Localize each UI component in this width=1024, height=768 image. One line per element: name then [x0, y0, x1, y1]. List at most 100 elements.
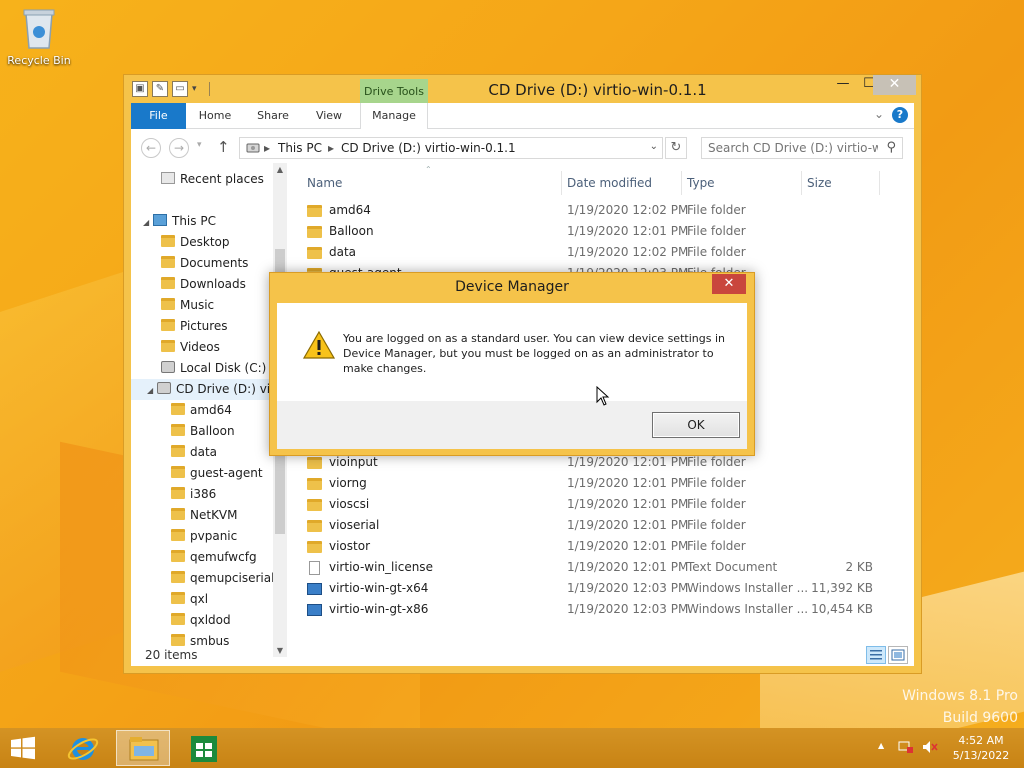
- nav-item-pictures[interactable]: Pictures: [161, 316, 228, 337]
- nav-item-label: This PC: [172, 214, 216, 228]
- nav-subfolder[interactable]: data: [171, 442, 217, 463]
- nav-item-local-disk[interactable]: Local Disk (C:): [161, 358, 266, 379]
- nav-item-label: Pictures: [180, 319, 228, 333]
- nav-subfolder[interactable]: pvpanic: [171, 526, 237, 547]
- column-header-size[interactable]: Size: [807, 171, 832, 195]
- desktop-folder-icon: [161, 235, 175, 247]
- address-bar[interactable]: ▸ This PC ▸ CD Drive (D:) virtio-win-0.1…: [239, 137, 663, 159]
- table-row[interactable]: virtio-win-gt-x64 1/19/2020 12:03 PM Win…: [299, 578, 904, 599]
- table-row[interactable]: vioscsi 1/19/2020 12:01 PM File folder: [299, 494, 904, 515]
- forward-button[interactable]: →: [169, 138, 189, 158]
- nav-subfolder[interactable]: i386: [171, 484, 216, 505]
- search-icon[interactable]: ⚲: [886, 140, 896, 155]
- tab-file[interactable]: File: [131, 103, 186, 129]
- help-icon[interactable]: ?: [892, 107, 908, 123]
- network-status-icon[interactable]: [898, 740, 914, 754]
- nav-subfolder[interactable]: Balloon: [171, 421, 235, 442]
- file-date: 1/19/2020 12:01 PM: [567, 476, 689, 490]
- nav-item-cd-drive[interactable]: ◢CD Drive (D:) virtio-win-0.1.1: [131, 379, 287, 401]
- cd-drive-icon: [157, 382, 171, 394]
- column-header-date[interactable]: Date modified: [567, 171, 652, 195]
- windows-watermark: Windows 8.1 Pro Build 9600: [902, 685, 1018, 729]
- minimize-button[interactable]: —: [830, 75, 856, 95]
- nav-item-downloads[interactable]: Downloads: [161, 274, 246, 295]
- nav-item-this-pc[interactable]: ◢ This PC: [143, 211, 216, 232]
- nav-item-videos[interactable]: Videos: [161, 337, 220, 358]
- up-button[interactable]: ↑: [217, 138, 230, 156]
- text-file-icon: [309, 561, 320, 575]
- table-row[interactable]: data 1/19/2020 12:02 PM File folder: [299, 242, 904, 263]
- file-date: 1/19/2020 12:01 PM: [567, 497, 689, 511]
- show-hidden-icons-chevron-icon[interactable]: ▲: [878, 741, 884, 750]
- taskbar-internet-explorer[interactable]: [56, 730, 110, 766]
- file-name: Balloon: [329, 224, 374, 238]
- column-divider[interactable]: [879, 171, 880, 195]
- nav-subfolder[interactable]: qemupciserial: [171, 568, 274, 589]
- volume-muted-icon[interactable]: [922, 740, 938, 754]
- table-row[interactable]: virtio-win_license 1/19/2020 12:01 PM Te…: [299, 557, 904, 578]
- refresh-button[interactable]: ↻: [665, 137, 687, 159]
- file-type: File folder: [687, 476, 746, 490]
- file-type: Windows Installer ...: [687, 602, 809, 616]
- table-row[interactable]: viorng 1/19/2020 12:01 PM File folder: [299, 473, 904, 494]
- large-icons-view-icon: [891, 649, 905, 661]
- tab-home[interactable]: Home: [193, 103, 237, 129]
- taskbar-file-explorer[interactable]: [116, 730, 170, 766]
- properties-icon[interactable]: ✎: [152, 81, 168, 97]
- breadcrumb-separator-icon[interactable]: ▸: [264, 141, 270, 155]
- table-row[interactable]: amd64 1/19/2020 12:02 PM File folder: [299, 200, 904, 221]
- new-folder-icon[interactable]: ▭: [172, 81, 188, 97]
- nav-subfolder[interactable]: guest-agent: [171, 463, 263, 484]
- breadcrumb-separator-icon[interactable]: ▸: [328, 141, 334, 155]
- collapse-arrow-icon[interactable]: ◢: [147, 380, 157, 401]
- details-view-button[interactable]: [866, 646, 886, 664]
- column-divider[interactable]: [681, 171, 682, 195]
- column-header-name[interactable]: Name: [307, 171, 342, 195]
- large-icons-view-button[interactable]: [888, 646, 908, 664]
- column-divider[interactable]: [801, 171, 802, 195]
- recycle-bin-desktop-icon[interactable]: Recycle Bin: [6, 6, 72, 67]
- expand-ribbon-chevron-icon[interactable]: ⌄: [874, 107, 884, 121]
- device-manager-dialog[interactable]: Device Manager ✕ You are logged on as a …: [269, 272, 755, 456]
- nav-subfolder[interactable]: amd64: [171, 400, 232, 421]
- taskbar-clock[interactable]: 4:52 AM 5/13/2022: [946, 733, 1016, 763]
- nav-item-desktop[interactable]: Desktop: [161, 232, 230, 253]
- taskbar: ▲ 4:52 AM 5/13/2022: [0, 728, 1024, 768]
- table-row[interactable]: Balloon 1/19/2020 12:01 PM File folder: [299, 221, 904, 242]
- file-name: viostor: [329, 539, 371, 553]
- search-box[interactable]: ⚲: [701, 137, 903, 159]
- tab-view[interactable]: View: [309, 103, 349, 129]
- column-divider[interactable]: [561, 171, 562, 195]
- videos-folder-icon: [161, 340, 175, 352]
- nav-subfolder[interactable]: qemufwcfg: [171, 547, 257, 568]
- breadcrumb-cd-drive[interactable]: CD Drive (D:) virtio-win-0.1.1: [341, 141, 516, 155]
- table-row[interactable]: viostor 1/19/2020 12:01 PM File folder: [299, 536, 904, 557]
- recent-locations-chevron-icon[interactable]: ▾: [197, 140, 202, 150]
- close-button[interactable]: ✕: [873, 75, 916, 95]
- dialog-close-button[interactable]: ✕: [712, 274, 746, 294]
- address-history-chevron-icon[interactable]: ⌄: [650, 141, 658, 152]
- breadcrumb-this-pc[interactable]: This PC: [278, 141, 322, 155]
- customize-toolbar-chevron-icon[interactable]: ▾: [192, 84, 197, 94]
- sort-ascending-icon: ⌃: [425, 165, 432, 174]
- collapse-arrow-icon[interactable]: ◢: [143, 212, 153, 233]
- nav-subfolder[interactable]: NetKVM: [171, 505, 238, 526]
- scroll-up-arrow-icon[interactable]: ▲: [273, 165, 287, 174]
- ok-button[interactable]: OK: [652, 412, 740, 438]
- nav-item-music[interactable]: Music: [161, 295, 214, 316]
- search-input[interactable]: [708, 141, 878, 155]
- nav-item-recent-places[interactable]: Recent places: [161, 169, 264, 190]
- tab-manage[interactable]: Manage: [360, 103, 428, 129]
- drive-properties-icon[interactable]: ▣: [132, 81, 148, 97]
- nav-subfolder[interactable]: qxldod: [171, 610, 231, 631]
- title-bar[interactable]: ▣ ✎ ▭ ▾ Drive Tools CD Drive (D:) virtio…: [124, 75, 921, 105]
- column-header-type[interactable]: Type: [687, 171, 715, 195]
- taskbar-store[interactable]: [178, 730, 232, 766]
- back-button[interactable]: ←: [141, 138, 161, 158]
- nav-item-documents[interactable]: Documents: [161, 253, 248, 274]
- start-button-windows-icon[interactable]: [8, 736, 38, 760]
- tab-share[interactable]: Share: [251, 103, 295, 129]
- nav-subfolder[interactable]: qxl: [171, 589, 208, 610]
- table-row[interactable]: vioserial 1/19/2020 12:01 PM File folder: [299, 515, 904, 536]
- table-row[interactable]: virtio-win-gt-x86 1/19/2020 12:03 PM Win…: [299, 599, 904, 620]
